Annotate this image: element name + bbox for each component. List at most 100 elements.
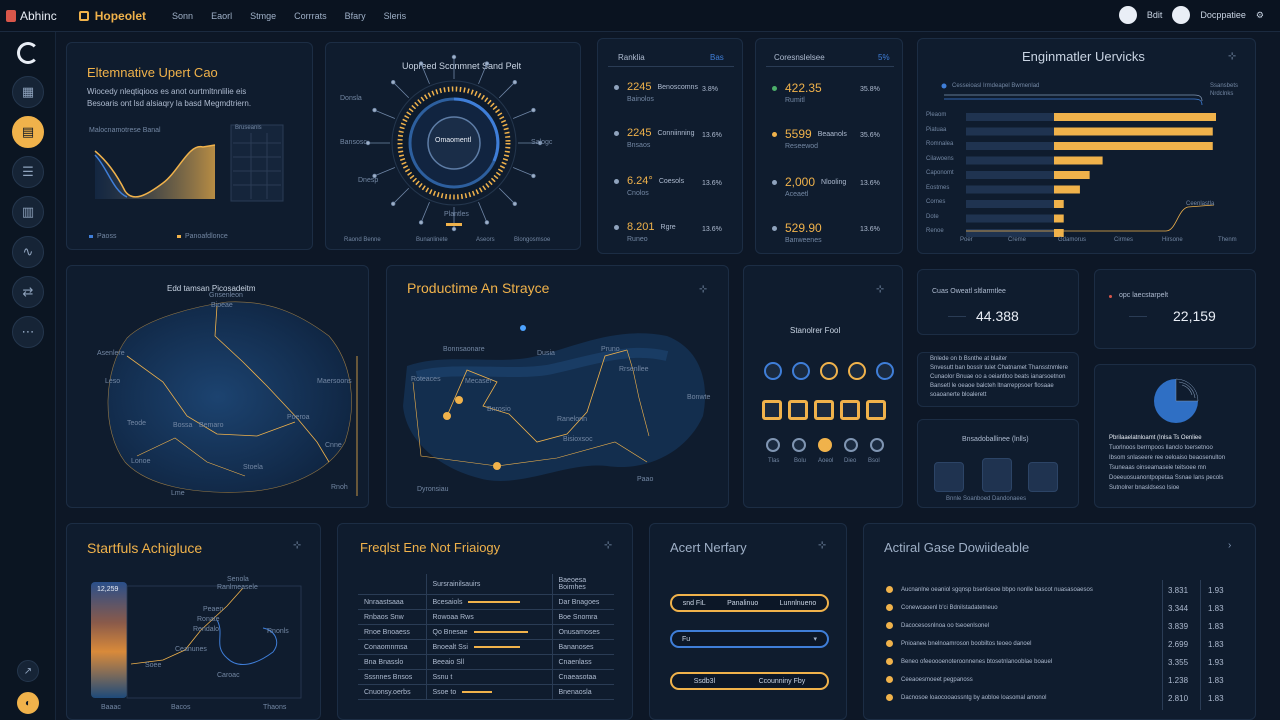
bar[interactable] (1054, 113, 1216, 121)
pin-icon[interactable]: ⊹ (876, 284, 884, 295)
tool-icon[interactable] (844, 438, 858, 452)
action-toggle[interactable]: Ssdb3l Ccounniny Fby (670, 672, 829, 690)
tool-icon[interactable] (876, 362, 894, 380)
account-label[interactable]: Docppatiee (1200, 10, 1246, 20)
brand[interactable]: Abhinc (6, 9, 57, 23)
list-item[interactable]: Dacocesosnlnoa oo tseoenlsonel (886, 622, 989, 629)
radial-chart (365, 54, 543, 232)
legend-item: Paoss (97, 233, 117, 240)
column-header[interactable]: Baeoesa Boimhes (551, 574, 614, 595)
chevron-right-icon[interactable]: › (1228, 540, 1231, 551)
panel-engineer-services: Enginmatler Uervicks ⊹ Cesseioasl Irmdea… (917, 38, 1256, 254)
avatar[interactable] (1118, 6, 1137, 24)
icon-label: Tlas (768, 458, 780, 464)
metric-row: 6.24° Coesols (614, 175, 684, 187)
pin-icon[interactable]: ⊹ (818, 540, 826, 551)
divider (766, 66, 894, 67)
sidebar-logo-icon[interactable] (17, 42, 39, 64)
segment-option[interactable]: Lunnlnueno (780, 600, 817, 607)
sidebar-wave-icon[interactable]: ∿ (12, 236, 44, 268)
list-item[interactable]: Dacnosoe loaocooaossntg by aobloe loasom… (886, 694, 1046, 701)
table-row[interactable]: Rnbaos Snw Rowoaa Rws Boe Snomra (358, 609, 614, 625)
tool-icon[interactable] (792, 438, 806, 452)
segmented-control[interactable]: snd FiL Panalinuo Lunnlnueno (670, 594, 829, 612)
nav-item[interactable]: Corrrats (294, 11, 327, 21)
panel-link[interactable]: 5% (878, 53, 890, 62)
route-label: Peaen (203, 606, 224, 613)
bar[interactable] (1054, 142, 1213, 150)
bar-track (966, 156, 1054, 165)
sidebar-list-icon[interactable]: ☰ (12, 156, 44, 188)
sidebar-chart-icon[interactable]: ▥ (12, 196, 44, 228)
tool-icon[interactable] (866, 400, 886, 420)
settings-icon[interactable]: ⚙ (1256, 10, 1264, 21)
top-bar: Abhinc Hopeolet Sonn Eaorl Stmge Corrrat… (0, 0, 1280, 32)
list-item[interactable]: Pnioanee bnelnoamroson boobiltos teoeo d… (886, 640, 1031, 647)
table-row[interactable]: Bna Bnasslo Beeaio Sll Cnaenlass (358, 654, 614, 670)
bar[interactable] (1054, 200, 1064, 208)
tool-icon[interactable] (762, 400, 782, 420)
dashboard-tile-icon[interactable] (982, 458, 1012, 492)
bar[interactable] (1054, 171, 1090, 179)
sidebar-sync-icon[interactable]: ⇄ (12, 276, 44, 308)
list-item[interactable]: Beneo ofeeoooenoteroonnenes btosetnlanoo… (886, 658, 1052, 665)
tool-icon[interactable] (848, 362, 866, 380)
nav-item[interactable]: Bfary (345, 11, 366, 21)
tool-icon[interactable] (840, 400, 860, 420)
segment-option[interactable]: Panalinuo (727, 600, 758, 607)
notification-icon[interactable] (1172, 6, 1191, 24)
x-label: Cirmes (1114, 237, 1133, 243)
table-row[interactable]: Rnoe Bnoaess Qo Bnesae Onusamoses (358, 624, 614, 640)
table-row[interactable]: Sssnnes Bnsos Ssnu t Cnaeasotaa (358, 669, 614, 685)
tool-icon[interactable] (764, 362, 782, 380)
toggle-option[interactable]: Ccounniny Fby (759, 678, 806, 685)
pin-icon[interactable]: ⊹ (604, 540, 612, 551)
info-line: Bansetl le oeaoe balcteh ltnarreppsoer f… (930, 383, 1054, 389)
column-header[interactable]: Sursrainilsauirs (425, 574, 552, 595)
tool-icon[interactable] (870, 438, 884, 452)
list-item[interactable]: Aucnanlne oeaniol sgqnsp bsenlceoe bbpo … (886, 586, 1093, 593)
toggle-option[interactable]: Ssdb3l (694, 678, 715, 685)
bar[interactable] (1054, 156, 1103, 165)
bar[interactable] (1054, 214, 1064, 223)
table-row[interactable]: Nnraastsaaa Bcesaiols Dar Bnagoes (358, 594, 614, 610)
table-row[interactable]: Conaomnmsa Bnoealt Ssi Bananoses (358, 639, 614, 655)
tool-icon[interactable] (818, 438, 832, 452)
column-divider (1200, 580, 1201, 710)
tool-icon[interactable] (820, 362, 838, 380)
radial-ray (420, 201, 430, 223)
tool-icon[interactable] (792, 362, 810, 380)
sidebar-more-icon[interactable]: ⋯ (12, 316, 44, 348)
nav-item[interactable]: Stmge (250, 11, 276, 21)
bar[interactable] (1054, 185, 1080, 194)
map-label: Ranelonn (557, 416, 587, 423)
tool-icon[interactable] (766, 438, 780, 452)
segment-option[interactable]: snd FiL (683, 600, 706, 607)
nav-item[interactable]: Sleris (384, 11, 407, 21)
map-label: Dyronsiau (417, 486, 449, 493)
bar[interactable] (1054, 127, 1213, 136)
bar[interactable] (1054, 229, 1064, 237)
select-field[interactable]: Fu ▾ (670, 630, 829, 648)
table-row[interactable]: Cnuonsy.oerbs Ssoe to Bnenaosla (358, 684, 614, 700)
list-value: 1.93 (1208, 586, 1224, 595)
sidebar-footer-logo-icon[interactable]: ◐ (17, 692, 39, 714)
app-switcher[interactable]: Hopeolet (78, 9, 146, 23)
sidebar-folder-icon[interactable]: ▤ (12, 116, 44, 148)
panel-link[interactable]: Bas (710, 53, 724, 62)
metric-value: 2245 (627, 81, 652, 93)
dashboard-tile-icon[interactable] (934, 462, 964, 492)
nav-item[interactable]: Sonn (172, 11, 193, 21)
tool-icon[interactable] (814, 400, 834, 420)
bar-category-label: Pleaom (926, 112, 947, 118)
list-item[interactable]: Conewcaoenl b'ci Bdnilstadatetneuo (886, 604, 998, 611)
tool-icon[interactable] (788, 400, 808, 420)
nav-item[interactable]: Eaorl (211, 11, 232, 21)
sidebar-grid-icon[interactable]: ▦ (12, 76, 44, 108)
panel-rankings: Ranklia Bas 2245 Benoscomns Bainolos 3.8… (597, 38, 743, 254)
list-item[interactable]: Ceeaoesmoeet pegpanoss (886, 676, 973, 683)
sidebar-arrow-icon[interactable]: ↗ (17, 660, 39, 682)
user-label[interactable]: Bdit (1147, 10, 1163, 20)
dashboard-tile-icon[interactable] (1028, 462, 1058, 492)
bullet-icon (772, 131, 777, 137)
